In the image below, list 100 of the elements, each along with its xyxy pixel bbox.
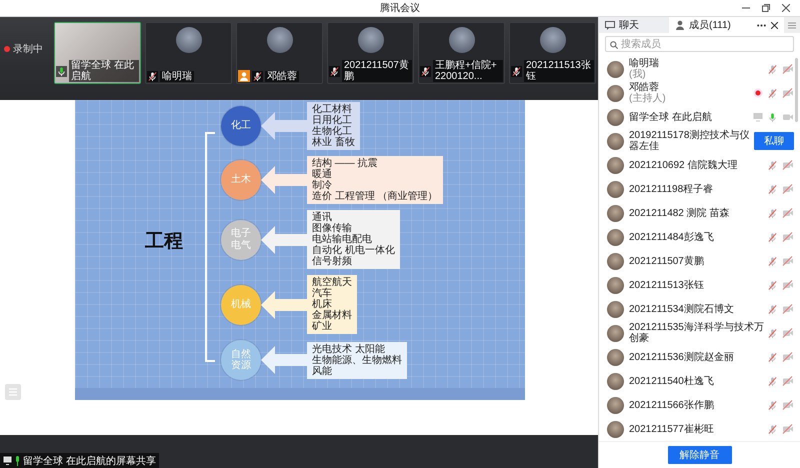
- member-row[interactable]: 留学全球 在此启航: [599, 105, 800, 129]
- member-row[interactable]: 2021211566张作鹏: [599, 393, 800, 417]
- avatar: [607, 108, 624, 126]
- window-title: 腾讯会议: [380, 2, 420, 15]
- member-name: 留学全球 在此启航: [629, 112, 713, 122]
- arrow-icon: [261, 224, 307, 254]
- category-circle: 土木: [221, 160, 261, 200]
- muted-camera-icon[interactable]: [782, 160, 794, 170]
- more-icon[interactable]: [757, 24, 766, 26]
- participant-name: 2021211507黄鹏: [342, 60, 412, 82]
- muted-camera-icon[interactable]: [782, 256, 794, 266]
- member-name: 2021211540杜逸飞: [629, 376, 715, 386]
- avatar: [607, 228, 624, 246]
- participant-name: 2021211513张钰: [524, 60, 594, 82]
- muted-mic-icon[interactable]: [768, 232, 777, 242]
- member-row[interactable]: 2021211540杜逸飞: [599, 369, 800, 393]
- muted-mic-icon[interactable]: [768, 64, 777, 74]
- topic-list: 化工材料 日用化工 生物化工 林业 畜牧: [307, 102, 360, 150]
- search-field[interactable]: 搜索成员: [605, 36, 794, 52]
- participant-name: 邓皓蓉: [265, 70, 299, 82]
- arrow-icon: [261, 165, 307, 195]
- member-name: 邓皓蓉: [629, 82, 660, 93]
- member-name: 2021211513张钰: [629, 280, 705, 290]
- muted-mic-icon[interactable]: [768, 208, 777, 218]
- muted-mic-icon[interactable]: [768, 304, 777, 314]
- member-row[interactable]: 2021211536测院赵金丽: [599, 345, 800, 369]
- avatar: [176, 27, 202, 53]
- muted-camera-icon[interactable]: [782, 232, 794, 242]
- unmute-button[interactable]: 解除静音: [668, 446, 732, 464]
- screen-share-label: 留学全球 在此启航的屏幕共享: [23, 454, 156, 468]
- member-name: 20192115178测控技术与仪器左佳: [629, 130, 750, 152]
- arrow-icon: [261, 290, 307, 320]
- video-tile[interactable]: 喻明瑞: [145, 22, 232, 84]
- mic-icon[interactable]: [768, 112, 777, 122]
- member-name: 2021211535海洋科学与技术万创豪: [629, 322, 765, 344]
- avatar: [607, 252, 624, 270]
- member-row[interactable]: 喻明瑞 (我): [599, 57, 800, 81]
- member-row[interactable]: 2021211484彭逸飞: [599, 225, 800, 249]
- muted-mic-icon[interactable]: [768, 424, 777, 434]
- member-row[interactable]: 2021211577崔彬旺: [599, 417, 800, 441]
- video-tile[interactable]: 邓皓蓉: [236, 22, 323, 84]
- muted-mic-icon[interactable]: [768, 400, 777, 410]
- muted-mic-icon[interactable]: [768, 328, 777, 338]
- muted-mic-icon[interactable]: [768, 376, 777, 386]
- video-tile[interactable]: 2021211513张钰: [509, 22, 596, 84]
- muted-camera-icon[interactable]: [782, 400, 794, 410]
- private-chat-button[interactable]: 私聊: [754, 132, 794, 150]
- member-row[interactable]: 2021211482 测院 苗森: [599, 201, 800, 225]
- muted-mic-icon[interactable]: [768, 352, 777, 362]
- muted-mic-icon[interactable]: [768, 160, 777, 170]
- member-row[interactable]: 邓皓蓉 (主持人): [599, 81, 800, 105]
- close-icon[interactable]: [782, 4, 790, 12]
- muted-camera-icon[interactable]: [782, 64, 794, 74]
- muted-camera-icon[interactable]: [782, 88, 794, 98]
- video-tile[interactable]: 2021211507黄鹏: [327, 22, 414, 84]
- category-circle: 电子电气: [221, 220, 261, 260]
- avatar: [607, 348, 624, 366]
- muted-camera-icon[interactable]: [782, 280, 794, 290]
- slide-title: 工程: [145, 230, 184, 254]
- muted-camera-icon[interactable]: [782, 352, 794, 362]
- muted-mic-icon[interactable]: [768, 184, 777, 194]
- panel-tab[interactable]: 成员(111): [669, 17, 757, 33]
- close-icon[interactable]: [771, 22, 778, 28]
- participant-name: 留学全球 在此启航: [69, 60, 139, 82]
- avatar: [607, 84, 624, 102]
- member-row[interactable]: 2021211507黄鹏: [599, 249, 800, 273]
- avatar: [266, 27, 292, 53]
- member-row[interactable]: 2021211198程子睿: [599, 177, 800, 201]
- recording-label: 录制中: [13, 42, 43, 56]
- muted-camera-icon[interactable]: [782, 328, 794, 338]
- topic-list: 航空航天 汽车 机床 金属材料 矿业: [307, 275, 357, 334]
- muted-mic-icon[interactable]: [768, 280, 777, 290]
- member-role: (主持人): [629, 93, 667, 104]
- participant-name: 喻明瑞: [160, 71, 194, 82]
- member-name: 2021211507黄鹏: [629, 256, 705, 266]
- muted-mic-icon[interactable]: [768, 88, 777, 98]
- muted-camera-icon[interactable]: [782, 424, 794, 434]
- member-row[interactable]: 2021211513张钰: [599, 273, 800, 297]
- muted-camera-icon[interactable]: [782, 376, 794, 386]
- arrow-icon: [261, 111, 307, 141]
- avatar: [607, 204, 624, 222]
- scrollbar[interactable]: [795, 58, 798, 122]
- member-name: 2021211577崔彬旺: [629, 424, 715, 434]
- member-row[interactable]: 2021211534测院石博文: [599, 297, 800, 321]
- video-tile[interactable]: 留学全球 在此启航: [54, 22, 141, 84]
- muted-camera-icon[interactable]: [782, 208, 794, 218]
- member-row[interactable]: 2021211535海洋科学与技术万创豪: [599, 321, 800, 345]
- restore-icon[interactable]: [762, 4, 770, 12]
- member-name: 喻明瑞: [629, 58, 660, 69]
- avatar: [607, 156, 624, 174]
- member-row[interactable]: 2021210692 信院魏大理: [599, 153, 800, 177]
- topic-list: 通讯 图像传输 电站输电配电 自动化 机电一体化 信号射频: [307, 210, 400, 269]
- menu-icon[interactable]: [788, 22, 796, 28]
- avatar: [607, 396, 624, 414]
- muted-camera-icon[interactable]: [782, 184, 794, 194]
- category-circle: 自然资源: [221, 340, 261, 380]
- video-tile[interactable]: 王鹏程+信院+2200120...: [418, 22, 505, 84]
- muted-mic-icon[interactable]: [768, 256, 777, 266]
- panel-tab[interactable]: 聊天: [599, 17, 669, 33]
- muted-camera-icon[interactable]: [782, 304, 794, 314]
